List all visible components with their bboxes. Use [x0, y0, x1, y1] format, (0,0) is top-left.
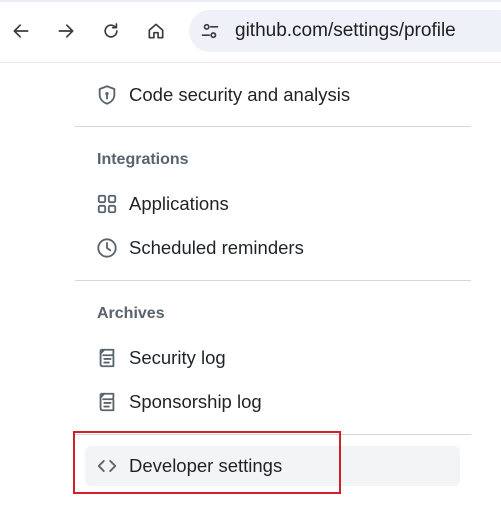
site-settings-icon	[201, 23, 219, 39]
reload-icon	[104, 23, 118, 38]
forward-arrow-icon	[58, 24, 74, 38]
apps-grid-icon	[95, 192, 119, 216]
home-icon	[148, 23, 164, 39]
section-heading-archives: Archives	[97, 305, 165, 322]
site-info-button[interactable]	[199, 20, 221, 42]
forward-button[interactable]	[51, 16, 81, 46]
shield-icon	[95, 83, 119, 107]
back-button[interactable]	[6, 16, 36, 46]
sidebar-item-label: Security log	[129, 347, 226, 368]
section-heading-integrations: Integrations	[97, 151, 189, 168]
sidebar-item-label: Sponsorship log	[129, 391, 262, 412]
sidebar-item-sponsorship-log[interactable]: Sponsorship log	[85, 382, 460, 422]
reload-button[interactable]	[96, 16, 126, 46]
clock-icon	[95, 236, 119, 260]
sidebar-item-scheduled-reminders[interactable]: Scheduled reminders	[85, 228, 460, 268]
highlight-box	[73, 431, 341, 494]
sidebar-item-label: Applications	[129, 193, 229, 214]
sidebar-item-security-log[interactable]: Security log	[85, 338, 460, 378]
home-button[interactable]	[141, 16, 171, 46]
address-bar[interactable]: github.com/settings/profile	[189, 10, 501, 52]
page: github.com/settings/profile Code securit…	[0, 0, 501, 523]
log-icon	[95, 346, 119, 370]
log-icon	[95, 390, 119, 414]
back-arrow-icon	[13, 24, 29, 38]
section-divider	[75, 126, 471, 127]
browser-toolbar: github.com/settings/profile	[0, 0, 501, 63]
url-text[interactable]: github.com/settings/profile	[235, 20, 456, 42]
sidebar-item-applications[interactable]: Applications	[85, 184, 460, 224]
section-divider	[75, 280, 471, 281]
sidebar-item-label: Scheduled reminders	[129, 237, 304, 258]
sidebar-item-label: Code security and analysis	[129, 84, 351, 105]
toolbar-top-strip	[0, 0, 501, 2]
sidebar-item-code-security[interactable]: Code security and analysis	[85, 75, 460, 115]
